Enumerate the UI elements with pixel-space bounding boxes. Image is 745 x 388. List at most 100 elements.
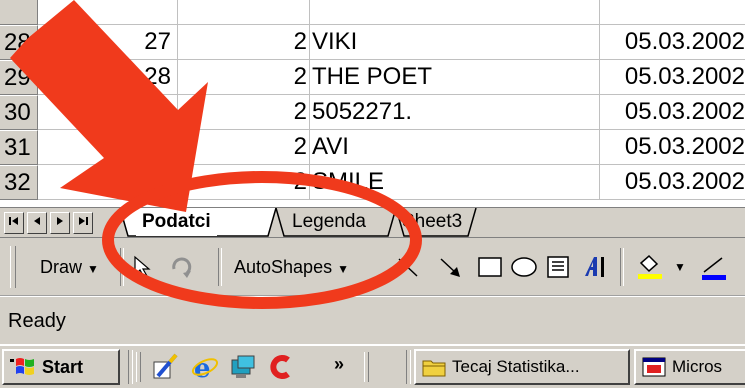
folder-icon bbox=[422, 360, 446, 377]
quick-launch-overflow-button[interactable]: » bbox=[334, 346, 344, 386]
cell-col-b[interactable]: 2 bbox=[178, 165, 310, 200]
spreadsheet-grid: 28 27 2 VIKI 05.03.2002 29 28 2 THE POET… bbox=[0, 0, 745, 207]
row-header[interactable]: 28 bbox=[0, 25, 38, 60]
cell-col-b[interactable]: 2 bbox=[178, 95, 310, 130]
text-box-icon bbox=[547, 256, 569, 278]
cell-col-b[interactable]: 2 bbox=[178, 60, 310, 95]
table-row: 30 29 2 5052271. 05.03.2002 bbox=[0, 95, 745, 130]
row-header[interactable]: 32 bbox=[0, 165, 38, 200]
svg-text:e: e bbox=[194, 354, 211, 382]
task-label: Micros bbox=[672, 357, 723, 376]
toolbar-separator bbox=[120, 248, 124, 286]
cell-col-c[interactable]: SMILE bbox=[310, 165, 600, 200]
row-header[interactable]: 31 bbox=[0, 130, 38, 165]
taskbar-separator bbox=[128, 350, 133, 384]
wordart-icon bbox=[585, 257, 604, 277]
taskbar: Start e » Tecaj Statistika... Micros bbox=[0, 344, 745, 388]
sheet-tabs-bar: Podatci Legenda Sheet3 bbox=[0, 207, 745, 238]
start-label: Start bbox=[42, 357, 84, 377]
cell-col-a[interactable]: 29 bbox=[38, 95, 178, 130]
start-button[interactable]: Start bbox=[2, 349, 120, 385]
dropdown-arrow-icon: ▼ bbox=[337, 262, 349, 276]
table-row-partial bbox=[0, 0, 745, 25]
cell-col-c[interactable]: 5052271. bbox=[310, 95, 600, 130]
cell-col-a[interactable]: 28 bbox=[38, 60, 178, 95]
free-rotate-icon bbox=[172, 257, 192, 278]
taskbar-separator bbox=[406, 350, 411, 384]
cell-col-a[interactable] bbox=[38, 0, 178, 25]
cell-col-d[interactable]: 05.03.2002 bbox=[600, 165, 745, 200]
draw-menu-button[interactable]: Draw ▼ bbox=[40, 238, 99, 296]
text-box-button[interactable] bbox=[542, 238, 574, 296]
quick-launch-editor-button[interactable] bbox=[150, 352, 180, 382]
drawing-toolbar: Draw ▼ AutoShapes ▼ ▼ bbox=[0, 238, 745, 296]
next-sheet-icon bbox=[57, 217, 63, 225]
outlook-express-icon bbox=[153, 353, 178, 379]
previous-sheet-button[interactable] bbox=[27, 212, 47, 234]
draw-label: Draw bbox=[40, 257, 83, 277]
windows-logo-icon bbox=[10, 358, 34, 375]
previous-sheet-icon bbox=[34, 217, 40, 225]
status-text: Ready bbox=[8, 310, 66, 332]
arrow-button[interactable] bbox=[434, 238, 466, 296]
cell-col-b[interactable]: 2 bbox=[178, 25, 310, 60]
cell-col-c[interactable]: THE POET bbox=[310, 60, 600, 95]
line-color-icon bbox=[702, 257, 726, 281]
tab-sheet3[interactable]: Sheet3 bbox=[402, 208, 462, 236]
red-c-app-icon bbox=[270, 355, 290, 379]
row-header[interactable]: 30 bbox=[0, 95, 38, 130]
autoshapes-label: AutoShapes bbox=[234, 257, 333, 277]
cell-col-b[interactable]: 2 bbox=[178, 130, 310, 165]
tab-legenda[interactable]: Legenda bbox=[292, 208, 366, 236]
taskbar-task-tecaj-statistika[interactable]: Tecaj Statistika... bbox=[414, 349, 630, 385]
rectangle-button[interactable] bbox=[474, 238, 506, 296]
tab-podatci[interactable]: Podatci bbox=[136, 208, 217, 236]
quick-launch-grip[interactable] bbox=[136, 352, 141, 382]
select-arrow-icon bbox=[134, 255, 151, 278]
free-rotate-button[interactable] bbox=[166, 238, 196, 296]
first-sheet-icon bbox=[9, 217, 18, 225]
line-button[interactable] bbox=[392, 238, 424, 296]
table-row: 32 31 2 SMILE 05.03.2002 bbox=[0, 165, 745, 200]
cell-col-c[interactable] bbox=[310, 0, 600, 25]
rectangle-icon bbox=[478, 257, 502, 277]
last-sheet-icon bbox=[79, 217, 88, 225]
cell-col-a[interactable]: 30 bbox=[38, 130, 178, 165]
quick-launch-desktop-button[interactable] bbox=[228, 352, 258, 382]
cell-col-c[interactable]: VIKI bbox=[310, 25, 600, 60]
cell-col-d[interactable]: 05.03.2002 bbox=[600, 25, 745, 60]
row-header[interactable]: 29 bbox=[0, 60, 38, 95]
arrow-icon bbox=[440, 258, 460, 277]
line-icon bbox=[398, 258, 418, 277]
cell-col-c[interactable]: AVI bbox=[310, 130, 600, 165]
oval-button[interactable] bbox=[508, 238, 540, 296]
autoshapes-menu-button[interactable]: AutoShapes ▼ bbox=[234, 238, 349, 296]
row-header[interactable] bbox=[0, 0, 38, 25]
taskbar-task-microsoft[interactable]: Micros bbox=[634, 349, 745, 385]
last-sheet-button[interactable] bbox=[73, 212, 93, 234]
cell-col-a[interactable]: 31 bbox=[38, 165, 178, 200]
quick-launch-ie-button[interactable]: e bbox=[190, 352, 220, 384]
taskbar-buttons-grip[interactable] bbox=[364, 352, 369, 382]
show-desktop-icon bbox=[231, 355, 255, 378]
cell-col-d[interactable]: 05.03.2002 bbox=[600, 130, 745, 165]
next-sheet-button[interactable] bbox=[50, 212, 70, 234]
cell-col-d[interactable]: 05.03.2002 bbox=[600, 95, 745, 130]
fill-color-dropdown-icon[interactable]: ▼ bbox=[674, 238, 686, 296]
quick-launch-app-button[interactable] bbox=[266, 352, 296, 382]
internet-explorer-icon: e bbox=[191, 354, 219, 384]
toolbar-grip[interactable] bbox=[10, 246, 16, 288]
table-row: 31 30 2 AVI 05.03.2002 bbox=[0, 130, 745, 165]
cell-col-d[interactable]: 05.03.2002 bbox=[600, 60, 745, 95]
cell-col-a[interactable]: 27 bbox=[38, 25, 178, 60]
first-sheet-button[interactable] bbox=[4, 212, 24, 234]
status-bar: Ready bbox=[0, 296, 745, 344]
dropdown-arrow-icon: ▼ bbox=[87, 262, 99, 276]
line-color-button[interactable] bbox=[700, 238, 745, 296]
select-objects-button[interactable] bbox=[128, 238, 156, 296]
table-row: 29 28 2 THE POET 05.03.2002 bbox=[0, 60, 745, 95]
cell-col-b[interactable] bbox=[178, 0, 310, 25]
cell-col-d[interactable] bbox=[600, 0, 745, 25]
fill-color-button[interactable] bbox=[630, 238, 670, 296]
wordart-button[interactable] bbox=[578, 238, 612, 296]
